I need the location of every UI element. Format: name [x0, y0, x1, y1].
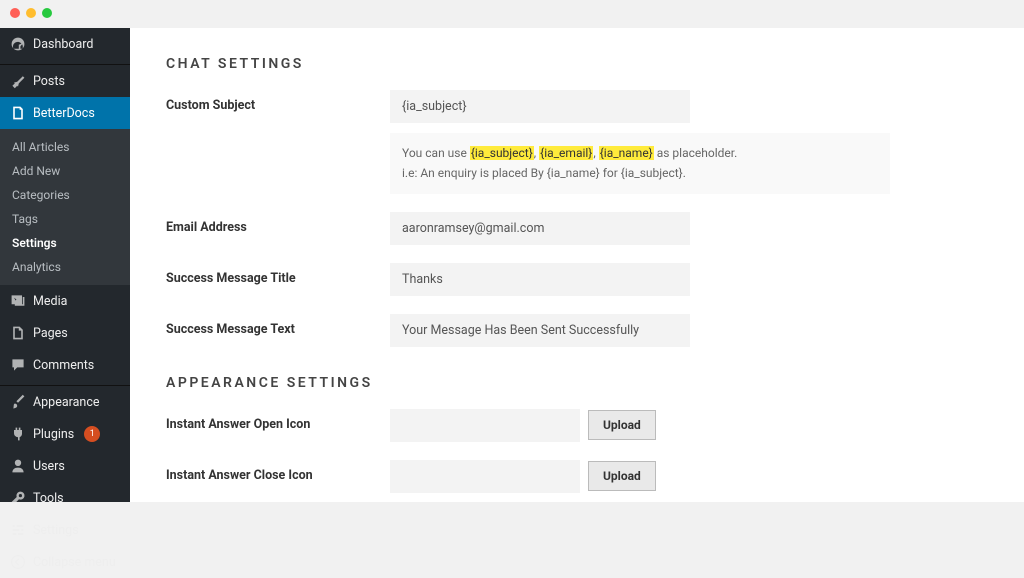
- close-window-icon[interactable]: [10, 8, 20, 18]
- sidebar-label: Pages: [33, 326, 68, 341]
- docs-icon: [10, 105, 26, 121]
- placeholder-tag: {ia_name}: [599, 146, 654, 160]
- submenu-analytics[interactable]: Analytics: [0, 255, 130, 279]
- row-success-title: Success Message Title: [166, 263, 988, 296]
- sidebar-label: Collapse menu: [33, 555, 116, 570]
- sliders-icon: [10, 522, 26, 538]
- sidebar-item-appearance[interactable]: Appearance: [0, 386, 130, 418]
- user-icon: [10, 458, 26, 474]
- minimize-window-icon[interactable]: [26, 8, 36, 18]
- label-email: Email Address: [166, 212, 390, 235]
- sidebar-label: Plugins: [33, 427, 74, 442]
- sidebar-item-dashboard[interactable]: Dashboard: [0, 28, 130, 60]
- sidebar-item-betterdocs[interactable]: BetterDocs: [0, 97, 130, 129]
- admin-sidebar: Dashboard Posts BetterDocs All Articles …: [0, 28, 130, 502]
- sidebar-item-pages[interactable]: Pages: [0, 317, 130, 349]
- brush-icon: [10, 394, 26, 410]
- sidebar-item-settings[interactable]: Settings: [0, 514, 130, 546]
- sidebar-item-posts[interactable]: Posts: [0, 65, 130, 97]
- sidebar-item-media[interactable]: Media: [0, 285, 130, 317]
- row-close-icon: Instant Answer Close Icon Upload: [166, 460, 988, 493]
- sidebar-label: Tools: [33, 491, 64, 506]
- settings-content: CHAT SETTINGS Custom Subject You can use…: [130, 28, 1024, 502]
- sidebar-item-collapse[interactable]: Collapse menu: [0, 546, 130, 578]
- sidebar-label: BetterDocs: [33, 106, 95, 121]
- sidebar-item-comments[interactable]: Comments: [0, 349, 130, 381]
- plug-icon: [10, 426, 26, 442]
- sidebar-label: Posts: [33, 74, 65, 89]
- appearance-settings-heading: APPEARANCE SETTINGS: [166, 375, 988, 391]
- pin-icon: [10, 73, 26, 89]
- custom-subject-help: You can use {ia_subject}, {ia_email}, {i…: [390, 133, 890, 194]
- submenu-categories[interactable]: Categories: [0, 183, 130, 207]
- sidebar-submenu: All Articles Add New Categories Tags Set…: [0, 129, 130, 285]
- input-email[interactable]: [390, 212, 690, 245]
- sidebar-label: Users: [33, 459, 65, 474]
- input-success-title[interactable]: [390, 263, 690, 296]
- sidebar-label: Appearance: [33, 395, 100, 410]
- collapse-icon: [10, 554, 26, 570]
- sidebar-label: Comments: [33, 358, 94, 373]
- placeholder-tag: {ia_email}: [539, 146, 593, 160]
- window-controls: [10, 8, 52, 18]
- maximize-window-icon[interactable]: [42, 8, 52, 18]
- sidebar-label: Dashboard: [33, 37, 93, 52]
- upload-close-icon-button[interactable]: Upload: [588, 461, 656, 491]
- sidebar-item-users[interactable]: Users: [0, 450, 130, 482]
- dashboard-icon: [10, 36, 26, 52]
- submenu-settings[interactable]: Settings: [0, 231, 130, 255]
- placeholder-tag: {ia_subject}: [470, 146, 534, 160]
- row-success-text: Success Message Text: [166, 314, 988, 347]
- input-success-text[interactable]: [390, 314, 690, 347]
- wrench-icon: [10, 490, 26, 506]
- label-close-icon: Instant Answer Close Icon: [166, 460, 390, 483]
- sidebar-item-tools[interactable]: Tools: [0, 482, 130, 514]
- label-open-icon: Instant Answer Open Icon: [166, 409, 390, 432]
- submenu-tags[interactable]: Tags: [0, 207, 130, 231]
- chat-settings-heading: CHAT SETTINGS: [166, 56, 988, 72]
- upload-open-icon-button[interactable]: Upload: [588, 410, 656, 440]
- input-open-icon[interactable]: [390, 409, 580, 442]
- submenu-all-articles[interactable]: All Articles: [0, 135, 130, 159]
- page-icon: [10, 325, 26, 341]
- plugins-badge: 1: [84, 426, 100, 442]
- label-custom-subject: Custom Subject: [166, 90, 390, 113]
- label-success-title: Success Message Title: [166, 263, 390, 286]
- sidebar-label: Media: [33, 294, 67, 309]
- sidebar-item-plugins[interactable]: Plugins 1: [0, 418, 130, 450]
- media-icon: [10, 293, 26, 309]
- sidebar-label: Settings: [33, 523, 79, 538]
- submenu-add-new[interactable]: Add New: [0, 159, 130, 183]
- row-email: Email Address: [166, 212, 988, 245]
- input-custom-subject[interactable]: [390, 90, 690, 123]
- input-close-icon[interactable]: [390, 460, 580, 493]
- row-custom-subject: Custom Subject: [166, 90, 988, 123]
- comment-icon: [10, 357, 26, 373]
- row-open-icon: Instant Answer Open Icon Upload: [166, 409, 988, 442]
- label-success-text: Success Message Text: [166, 314, 390, 337]
